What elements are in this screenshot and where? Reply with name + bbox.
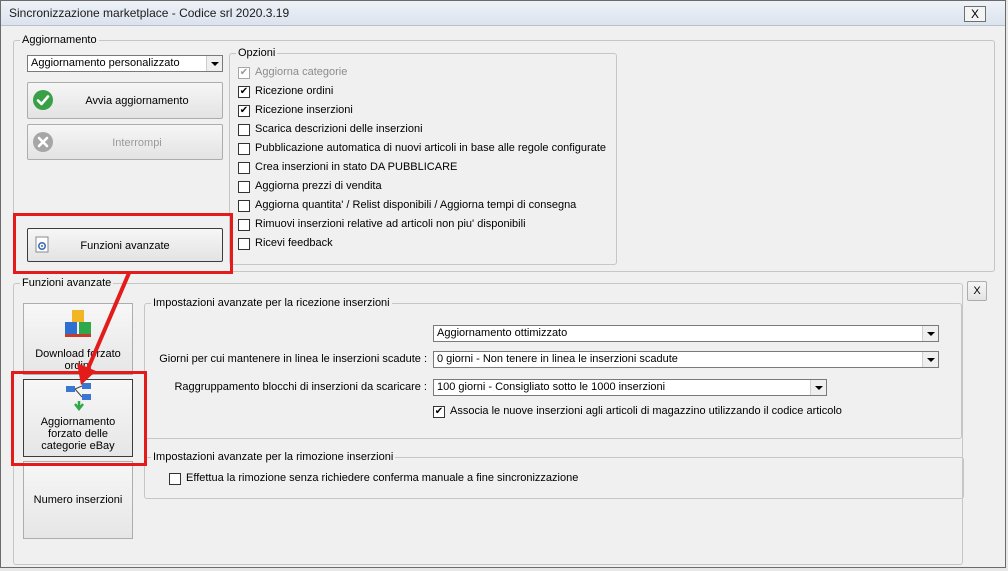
listing-count-button[interactable]: Numero inserzioni bbox=[23, 461, 133, 539]
close-advanced-label: X bbox=[973, 285, 981, 297]
cubes-icon bbox=[65, 310, 91, 337]
expired-days-label: Giorni per cui mantenere in linea le ins… bbox=[159, 353, 427, 365]
listing-count-label: Numero inserzioni bbox=[33, 494, 123, 506]
title-bar: Sincronizzazione marketplace - Codice sr… bbox=[1, 1, 1005, 26]
opzioni-option-checkbox[interactable]: ✔ bbox=[238, 86, 250, 98]
ricezione-settings-group: Impostazioni avanzate per la ricezione i… bbox=[144, 296, 962, 439]
opzioni-option-checkbox[interactable]: ✔ bbox=[238, 105, 250, 117]
expired-days-value: 0 giorni - Non tenere in linea le inserz… bbox=[437, 353, 678, 365]
opzioni-option-label: Scarica descrizioni delle inserzioni bbox=[255, 123, 423, 135]
chevron-down-icon[interactable] bbox=[810, 380, 826, 395]
remove-without-confirm-label: Effettua la rimozione senza richiedere c… bbox=[186, 472, 579, 484]
ricezione-settings-label: Impostazioni avanzate per la ricezione i… bbox=[151, 296, 392, 310]
stop-label: Interrompi bbox=[112, 137, 162, 149]
x-circle-icon bbox=[33, 132, 53, 152]
download-orders-button[interactable]: Download forzato ordini bbox=[23, 303, 133, 375]
close-advanced-button[interactable]: X bbox=[967, 281, 987, 301]
download-orders-label-1: Download forzato bbox=[35, 348, 121, 360]
block-grouping-select[interactable]: 100 giorni - Consigliato sotto le 1000 i… bbox=[433, 379, 827, 396]
expired-days-select[interactable]: 0 giorni - Non tenere in linea le inserz… bbox=[433, 351, 939, 368]
receive-mode-select[interactable]: Aggiornamento ottimizzato bbox=[433, 325, 939, 342]
check-circle-icon bbox=[33, 90, 53, 110]
opzioni-option-checkbox: ✔ bbox=[238, 67, 250, 79]
rimozione-settings-label: Impostazioni avanzate per la rimozione i… bbox=[151, 450, 396, 464]
opzioni-option-label: Aggiorna categorie bbox=[255, 66, 348, 78]
update-mode-value: Aggiornamento personalizzato bbox=[31, 57, 180, 69]
chevron-down-icon[interactable] bbox=[922, 352, 938, 367]
opzioni-option-label: Crea inserzioni in stato DA PUBBLICARE bbox=[255, 161, 458, 173]
opzioni-option-label: Aggiorna prezzi di vendita bbox=[255, 180, 382, 192]
opzioni-option-label: Ricezione inserzioni bbox=[255, 104, 353, 116]
block-grouping-value: 100 giorni - Consigliato sotto le 1000 i… bbox=[437, 381, 666, 393]
associate-listings-label: Associa le nuove inserzioni agli articol… bbox=[450, 405, 842, 417]
opzioni-option-label: Ricezione ordini bbox=[255, 85, 334, 97]
aggiornamento-group-label: Aggiornamento bbox=[20, 33, 99, 47]
window-close-button[interactable]: X bbox=[964, 6, 986, 22]
chevron-down-icon[interactable] bbox=[922, 326, 938, 341]
opzioni-group-label: Opzioni bbox=[236, 46, 278, 60]
start-update-button[interactable]: Avvia aggiornamento bbox=[27, 82, 223, 119]
opzioni-option-label: Aggiorna quantita' / Relist disponibili … bbox=[255, 199, 577, 211]
window-title: Sincronizzazione marketplace - Codice sr… bbox=[9, 6, 290, 20]
block-grouping-label: Raggruppamento blocchi di inserzioni da … bbox=[174, 381, 427, 393]
remove-without-confirm-box[interactable] bbox=[169, 473, 181, 485]
opzioni-option-label: Ricevi feedback bbox=[255, 237, 333, 249]
opzioni-option-checkbox[interactable] bbox=[238, 124, 250, 136]
funzioni-avanzate-group-label: Funzioni avanzate bbox=[20, 276, 114, 290]
chevron-down-icon[interactable] bbox=[206, 56, 222, 71]
update-mode-select[interactable]: Aggiornamento personalizzato bbox=[27, 55, 223, 72]
opzioni-option-checkbox[interactable] bbox=[238, 143, 250, 155]
stop-button[interactable]: Interrompi bbox=[27, 124, 223, 160]
opzioni-option-checkbox[interactable] bbox=[238, 162, 250, 174]
sync-window: Sincronizzazione marketplace - Codice sr… bbox=[0, 0, 1006, 568]
highlight-advanced-button bbox=[13, 213, 233, 274]
start-update-label: Avvia aggiornamento bbox=[85, 95, 189, 107]
associate-listings-box[interactable]: ✔ bbox=[433, 406, 445, 418]
receive-mode-value: Aggiornamento ottimizzato bbox=[437, 327, 568, 339]
opzioni-option-label: Pubblicazione automatica di nuovi artico… bbox=[255, 142, 606, 154]
opzioni-option-checkbox[interactable] bbox=[238, 219, 250, 231]
opzioni-option-checkbox[interactable] bbox=[238, 181, 250, 193]
highlight-category-button bbox=[11, 371, 147, 466]
opzioni-option-checkbox[interactable] bbox=[238, 200, 250, 212]
opzioni-option-label: Rimuovi inserzioni relative ad articoli … bbox=[255, 218, 526, 230]
opzioni-option-checkbox[interactable] bbox=[238, 238, 250, 250]
